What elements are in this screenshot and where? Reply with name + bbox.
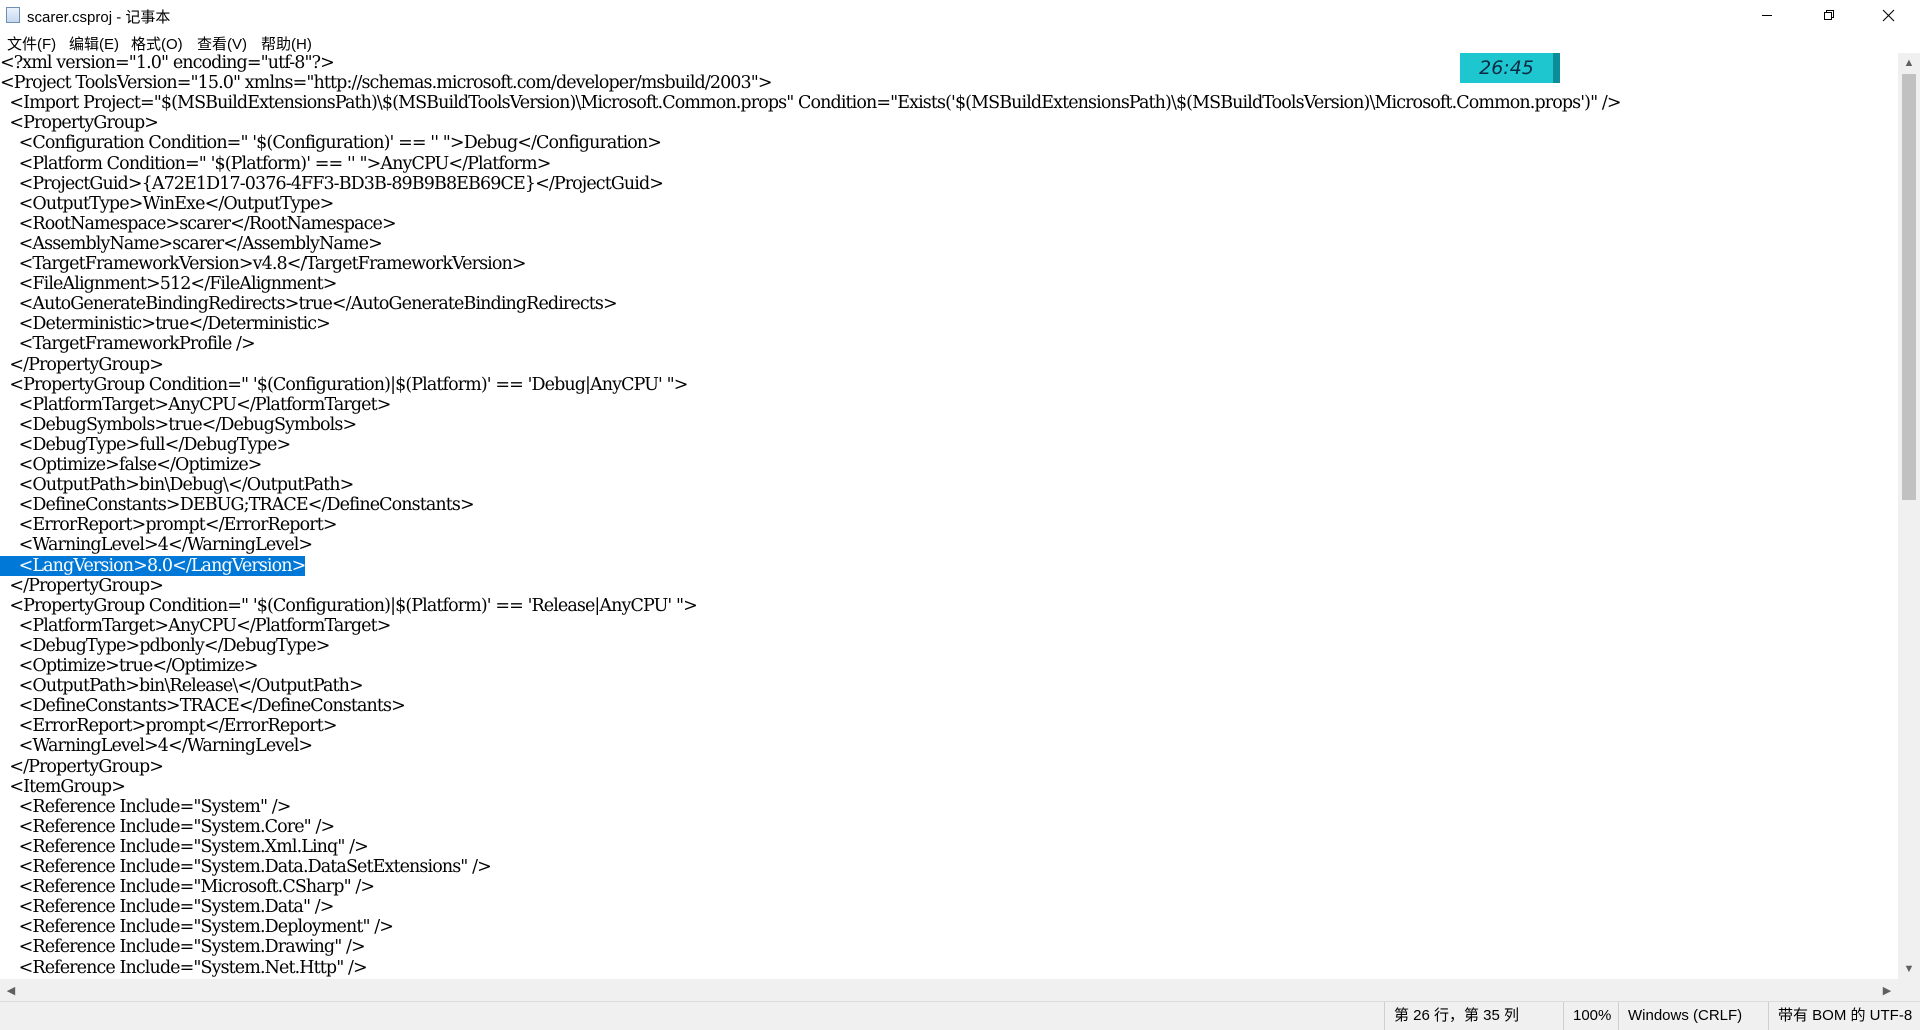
code-line: <FileAlignment>512</FileAlignment> xyxy=(0,274,338,295)
code-line: <Deterministic>true</Deterministic> xyxy=(0,314,331,335)
code-line: <OutputType>WinExe</OutputType> xyxy=(0,193,335,214)
code-line: <Reference Include="Microsoft.CSharp" /> xyxy=(0,877,375,898)
code-line: <Platform Condition=" '$(Platform)' == '… xyxy=(0,153,552,174)
menu-edit[interactable]: 编辑(E) xyxy=(69,33,119,54)
code-line: <Reference Include="System.Xml.Linq" /> xyxy=(0,836,369,857)
code-line: <WarningLevel>4</WarningLevel> xyxy=(0,736,313,757)
code-line: <RootNamespace>scarer</RootNamespace> xyxy=(0,213,397,234)
selected-code-line: <LangVersion>8.0</LangVersion> xyxy=(0,555,306,576)
menu-help[interactable]: 帮助(H) xyxy=(261,33,312,54)
cursor-position: 第 26 行，第 35 列 xyxy=(1384,1002,1564,1030)
status-bar: 第 26 行，第 35 列 100% Windows (CRLF) 带有 BOM… xyxy=(0,1001,1920,1030)
code-line: </PropertyGroup> xyxy=(0,756,164,777)
scroll-right-icon[interactable]: ▶ xyxy=(1876,980,1898,1000)
code-line: <Reference Include="System.Deployment" /… xyxy=(0,917,394,938)
code-line: <PlatformTarget>AnyCPU</PlatformTarget> xyxy=(0,615,392,636)
code-line: <WarningLevel>4</WarningLevel> xyxy=(0,535,313,556)
title-bar: scarer.csproj - 记事本 xyxy=(0,0,1920,30)
close-icon xyxy=(1882,9,1894,21)
vertical-scroll-thumb[interactable] xyxy=(1902,74,1916,500)
minimize-icon xyxy=(1762,15,1772,16)
code-line: <DefineConstants>DEBUG;TRACE</DefineCons… xyxy=(0,495,475,516)
code-line: <OutputPath>bin\Debug\</OutputPath> xyxy=(0,475,355,496)
code-line: <Optimize>true</Optimize> xyxy=(0,656,259,676)
notepad-icon xyxy=(6,7,20,23)
code-line: <ProjectGuid>{A72E1D17-0376-4FF3-BD3B-89… xyxy=(0,173,664,194)
maximize-button[interactable] xyxy=(1806,0,1852,30)
code-line: <OutputPath>bin\Release\</OutputPath> xyxy=(0,676,364,697)
code-line: <PropertyGroup Condition=" '$(Configurat… xyxy=(0,595,698,616)
code-line: <PropertyGroup> xyxy=(0,113,159,134)
code-line: <Import Project="$(MSBuildExtensionsPath… xyxy=(0,93,1621,114)
code-line: <Reference Include="System.Data.DataSetE… xyxy=(0,857,492,877)
code-line: <DebugType>full</DebugType> xyxy=(0,434,291,455)
text-editor[interactable]: <?xml version="1.0" encoding="utf-8"?> <P… xyxy=(0,53,1898,979)
maximize-icon xyxy=(1824,10,1834,20)
scroll-up-icon[interactable]: ▲ xyxy=(1898,53,1920,73)
scrollbar-corner xyxy=(1898,979,1920,1001)
line-ending: Windows (CRLF) xyxy=(1618,1002,1778,1030)
code-line: <Reference Include="System.Drawing" /> xyxy=(0,937,366,958)
scroll-left-icon[interactable]: ◀ xyxy=(0,980,22,1000)
code-line: <Reference Include="System" /> xyxy=(0,796,292,817)
menu-view[interactable]: 查看(V) xyxy=(197,33,247,54)
code-line: <DebugSymbols>true</DebugSymbols> xyxy=(0,414,357,435)
code-line: <DebugType>pdbonly</DebugType> xyxy=(0,635,331,656)
code-line: <PropertyGroup Condition=" '$(Configurat… xyxy=(0,374,688,395)
code-line: <DefineConstants>TRACE</DefineConstants> xyxy=(0,696,406,717)
code-line: <AutoGenerateBindingRedirects>true</Auto… xyxy=(0,294,618,315)
code-line: <Project ToolsVersion="15.0" xmlns="http… xyxy=(0,73,773,94)
code-line: </PropertyGroup> xyxy=(0,354,164,375)
code-line: <ErrorReport>prompt</ErrorReport> xyxy=(0,515,338,536)
code-line: </PropertyGroup> xyxy=(0,575,164,596)
file-encoding: 带有 BOM 的 UTF-8 xyxy=(1768,1002,1920,1030)
menu-file[interactable]: 文件(F) xyxy=(7,33,56,54)
code-line: <ErrorReport>prompt</ErrorReport> xyxy=(0,716,338,737)
code-line: <Reference Include="System.Data" /> xyxy=(0,897,335,918)
code-line: <PlatformTarget>AnyCPU</PlatformTarget> xyxy=(0,394,392,415)
menu-format[interactable]: 格式(O) xyxy=(131,33,183,54)
code-line: <?xml version="1.0" encoding="utf-8"?> xyxy=(0,53,335,73)
code-line: <AssemblyName>scarer</AssemblyName> xyxy=(0,233,383,254)
scroll-down-icon[interactable]: ▼ xyxy=(1898,959,1920,979)
clock-widget: 26:45 xyxy=(1460,53,1560,83)
code-line: <ItemGroup> xyxy=(0,776,126,797)
window-title: scarer.csproj - 记事本 xyxy=(27,9,171,26)
code-line: <Reference Include="System.Net.Http" /> xyxy=(0,957,368,978)
close-button[interactable] xyxy=(1865,0,1911,30)
menu-bar: 文件(F) 编辑(E) 格式(O) 查看(V) 帮助(H) xyxy=(0,30,1920,53)
code-line: <Optimize>false</Optimize> xyxy=(0,455,263,475)
horizontal-scrollbar[interactable] xyxy=(0,979,1898,1001)
minimize-button[interactable] xyxy=(1744,0,1790,30)
code-line: <Reference Include="System.Core" /> xyxy=(0,816,336,837)
code-line: <TargetFrameworkVersion>v4.8</TargetFram… xyxy=(0,254,527,274)
code-line: <Configuration Condition=" '$(Configurat… xyxy=(0,133,662,154)
code-line: <TargetFrameworkProfile /> xyxy=(0,334,256,355)
